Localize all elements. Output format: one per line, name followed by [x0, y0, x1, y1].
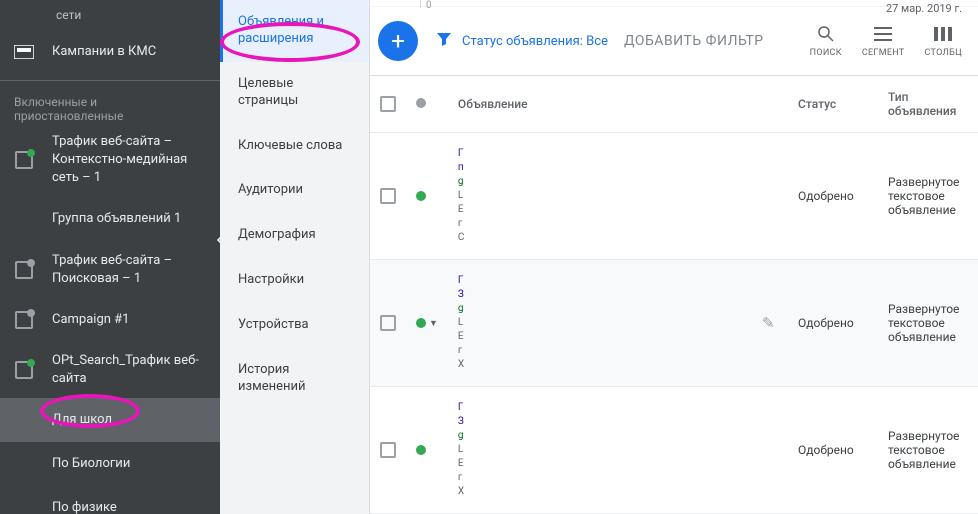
row-status-indicator[interactable]	[416, 191, 438, 201]
sidebar-item-prev[interactable]: сети	[0, 0, 220, 30]
sidebar-campaign-item[interactable]: Группа объявлений 1	[0, 198, 220, 242]
sidebar-item-label: OPt_Search_Трафик веб-сайта	[52, 352, 208, 388]
timeline-tick-label: 0	[426, 0, 432, 11]
ad-preview[interactable]: ГЗgLЕгХ	[458, 401, 742, 499]
status-dot-header[interactable]	[406, 76, 448, 133]
sidebar-campaign-item[interactable]: По физике	[0, 486, 220, 514]
sidebar-item-label: Для школ	[52, 411, 208, 429]
row-ad-type: Развернутое текстовое объявление	[878, 133, 978, 260]
sidebar-campaign-item[interactable]: Трафик веб-сайта – Поисковая – 1	[0, 242, 220, 298]
columns-button[interactable]: СТОЛБЦ	[925, 24, 962, 58]
campaign-status-icon	[12, 308, 36, 332]
sidebar-campaign-item[interactable]: Для школ	[0, 398, 220, 442]
select-all-checkbox[interactable]	[380, 96, 396, 112]
status-filter-chip[interactable]: Статус объявления: Все	[462, 34, 608, 49]
sidebar-campaign-item[interactable]: Campaign #1	[0, 298, 220, 342]
page-nav-item[interactable]: Ключевые слова	[220, 124, 369, 169]
sidebar-item-label: Трафик веб-сайта – Контекстно-медийная с…	[52, 133, 208, 188]
page-nav-item[interactable]: Аудитории	[220, 168, 369, 213]
timeline-strip[interactable]: 0 27 мар. 2019 г.	[370, 0, 978, 7]
status-dot-icon	[416, 445, 426, 455]
table-row[interactable]: ГЗgLЕгХ ОдобреноРазвернутое текстовое объ…	[370, 387, 978, 514]
add-ad-fab[interactable]: +	[378, 21, 418, 61]
sidebar-section-label: Включенные и приостановленные	[0, 87, 220, 123]
row-ad-type: Развернутое текстовое объявление	[878, 260, 978, 387]
row-status: Одобрено	[788, 260, 878, 387]
search-icon	[816, 24, 836, 44]
campaign-status-icon	[12, 148, 36, 172]
chevron-down-icon: ▼	[429, 318, 438, 329]
campaign-status-icon	[12, 452, 36, 476]
table-row[interactable]: ГпgLЕгС ОдобреноРазвернутое текстовое объ…	[370, 133, 978, 260]
row-status: Одобрено	[788, 387, 878, 514]
row-ad-type: Развернутое текстовое объявление	[878, 387, 978, 514]
col-header-status[interactable]: Статус	[788, 76, 878, 133]
tool-label: СТОЛБЦ	[925, 48, 962, 58]
campaign-status-icon	[12, 408, 36, 432]
row-checkbox[interactable]	[380, 442, 396, 458]
campaign-status-icon	[12, 208, 36, 232]
add-filter-button[interactable]: ДОБАВИТЬ ФИЛЬТР	[624, 33, 764, 49]
status-dot-icon	[416, 318, 426, 328]
page-nav-item[interactable]: Устройства	[220, 303, 369, 348]
page-nav-item[interactable]: Демография	[220, 213, 369, 258]
ad-preview[interactable]: ГпgLЕгС	[458, 147, 742, 245]
sidebar-item-kms[interactable]: Кампании в КМС	[0, 30, 220, 74]
status-filter-prefix: Статус объявления:	[462, 34, 586, 49]
row-checkbox[interactable]	[380, 315, 396, 331]
sidebar-item-label: По физике	[52, 499, 208, 514]
sidebar-item-label: По Биологии	[52, 455, 208, 473]
col-header-ad[interactable]: Объявление	[448, 76, 752, 133]
sidebar-item-label: Группа объявлений 1	[52, 210, 208, 228]
sidebar-item-label: Кампании в КМС	[52, 43, 208, 61]
table-row[interactable]: ▼ ГЗgLЕгХ ✎ ОдобреноРазвернутое текстовое о…	[370, 260, 978, 387]
sidebar-item-label: сети	[56, 8, 81, 22]
timeline-date: 27 мар. 2019 г.	[886, 2, 962, 15]
row-status: Одобрено	[788, 133, 878, 260]
page-nav-item[interactable]: История изменений	[220, 348, 369, 410]
row-status-indicator[interactable]: ▼	[416, 318, 438, 329]
page-nav-item[interactable]: Целевые страницы	[220, 62, 369, 124]
filter-toolbar: + Статус объявления: Все ДОБАВИТЬ ФИЛЬТР…	[370, 7, 978, 76]
campaign-status-icon	[12, 496, 36, 514]
display-campaigns-icon	[12, 40, 36, 64]
page-nav-sidebar: Объявления и расширенияЦелевые страницыК…	[220, 0, 370, 514]
columns-icon	[933, 24, 953, 44]
row-status-indicator[interactable]	[416, 445, 438, 455]
table-header-row: Объявление Статус Тип объявления	[370, 76, 978, 133]
row-checkbox[interactable]	[380, 188, 396, 204]
status-dot-icon	[416, 191, 426, 201]
sidebar-item-label: Campaign #1	[52, 311, 208, 329]
page-nav-item[interactable]: Объявления и расширения	[220, 0, 369, 62]
campaign-nav-sidebar: сети Кампании в КМС Включенные и приоста…	[0, 0, 220, 514]
filter-icon[interactable]	[436, 31, 452, 51]
campaign-status-icon	[12, 258, 36, 282]
col-header-type[interactable]: Тип объявления	[878, 76, 978, 133]
campaign-status-icon	[12, 358, 36, 382]
ad-preview[interactable]: ГЗgLЕгХ	[458, 274, 742, 372]
tool-label: СЕГМЕНТ	[862, 48, 905, 58]
page-nav-item[interactable]: Настройки	[220, 258, 369, 303]
sidebar-campaign-item[interactable]: OPt_Search_Трафик веб-сайта	[0, 342, 220, 398]
sidebar-campaign-item[interactable]: Трафик веб-сайта – Контекстно-медийная с…	[0, 123, 220, 198]
search-button[interactable]: ПОИСК	[810, 24, 842, 58]
edit-icon[interactable]: ✎	[762, 314, 775, 332]
sidebar-campaign-item[interactable]: По Биологии	[0, 442, 220, 486]
status-filter-value: Все	[586, 34, 608, 49]
segment-button[interactable]: СЕГМЕНТ	[862, 24, 905, 58]
ads-table: Объявление Статус Тип объявления ГпgLЕгС…	[370, 76, 978, 514]
sidebar-item-label: Трафик веб-сайта – Поисковая – 1	[52, 252, 208, 288]
segment-icon	[873, 24, 893, 44]
main-content: 0 27 мар. 2019 г. + Статус объявления: В…	[370, 0, 978, 514]
tool-label: ПОИСК	[810, 48, 842, 58]
